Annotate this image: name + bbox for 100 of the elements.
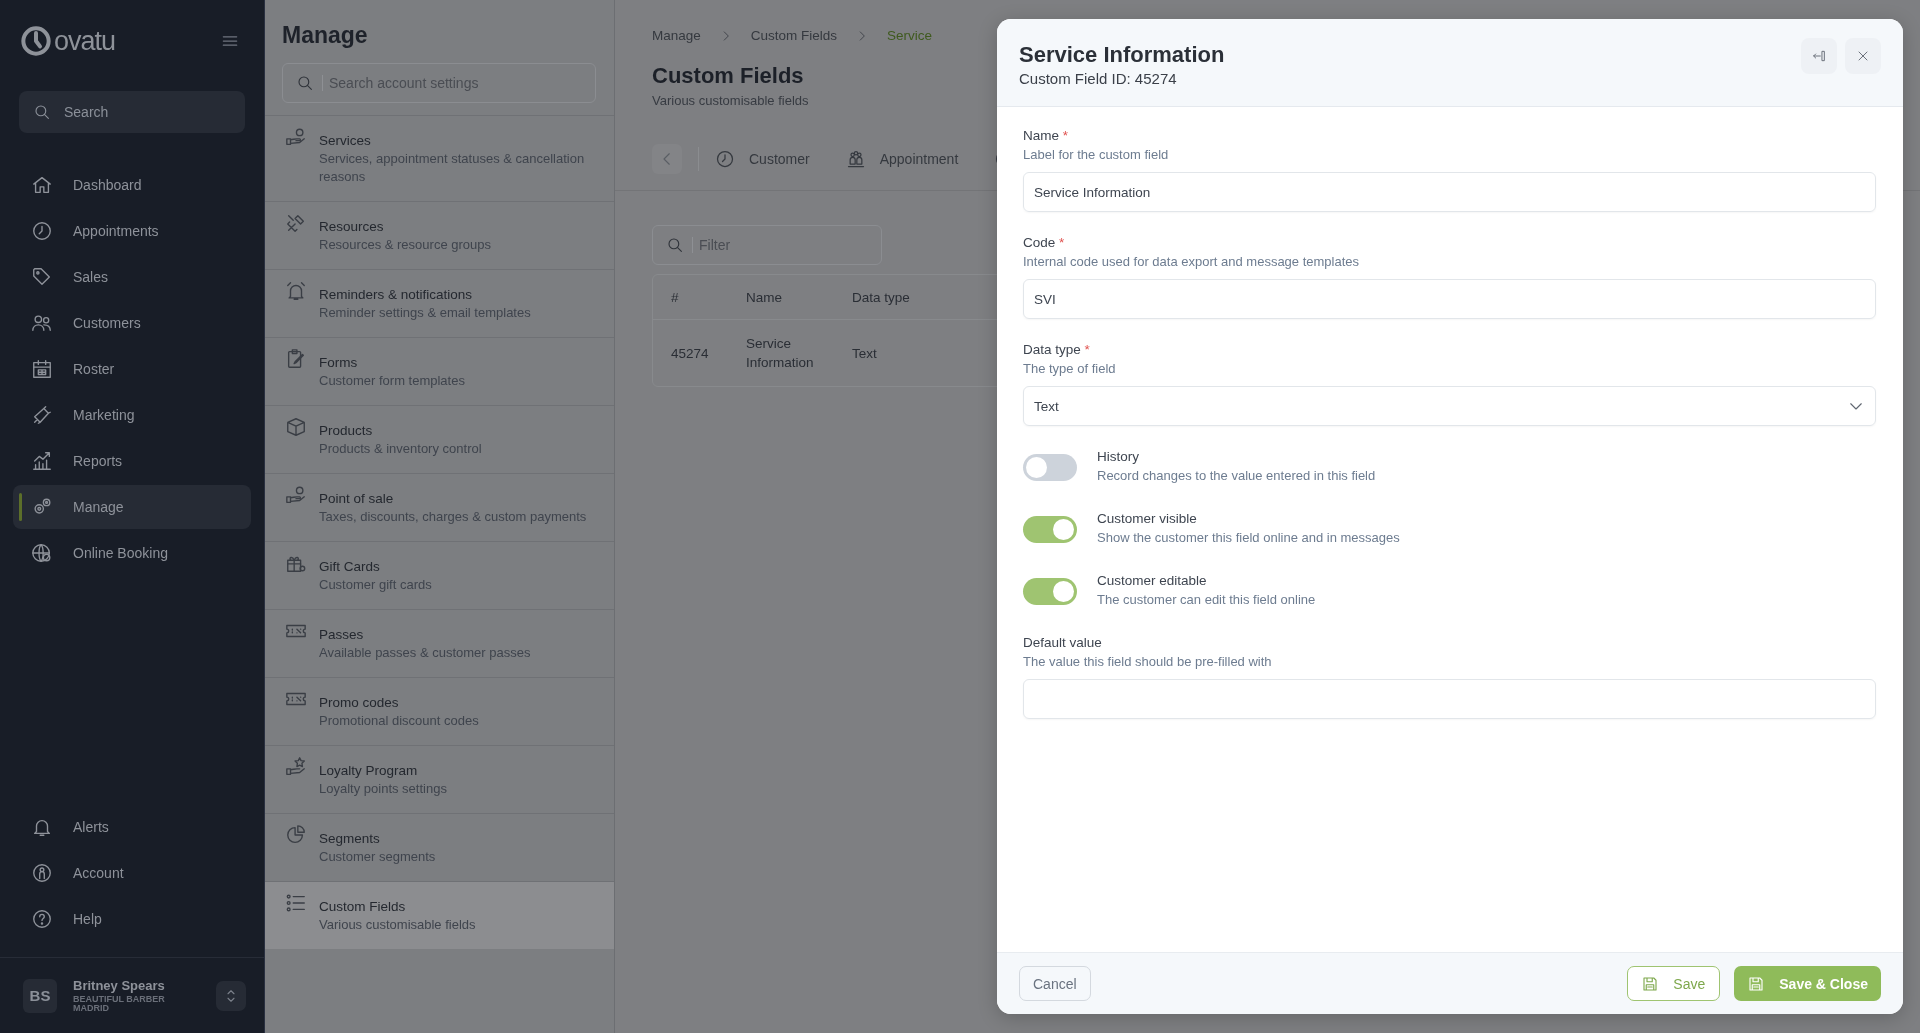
item-title: Products [319,422,374,440]
item-title: Promo codes [319,694,400,712]
tab[interactable]: Appointment [845,149,959,169]
settings-item[interactable]: Forms Customer form templates [265,337,614,405]
help-icon [31,908,53,930]
item-title: Point of sale [319,490,395,508]
nav-item[interactable]: Alerts [13,805,251,849]
item-title: Gift Cards [319,558,381,576]
item-subtitle: Promotional discount codes [319,712,479,730]
nav-item[interactable]: Manage [13,485,251,529]
search-icon [666,236,684,254]
search-field[interactable]: Search [19,91,245,133]
settings-item[interactable]: Reminders & notifications Reminder settings & email templates [265,269,614,337]
settings-item[interactable]: Gift Cards Customer gift cards [265,541,614,609]
item-title: Custom Fields [319,898,407,916]
nav-item[interactable]: Reports [13,439,251,483]
settings-item[interactable]: Point of sale Taxes, discounts, charges & custom payments [265,473,614,541]
hand-gear-icon [285,126,307,148]
nav-item[interactable]: Customers [13,301,251,345]
settings-item[interactable]: Services Services, appointment statuses & cancellation reasons [265,115,614,201]
alarm-icon [285,280,307,302]
megaphone-icon [31,404,53,426]
tag-icon [31,266,53,288]
page-subtitle: Various customisable fields [652,93,809,108]
table-cell-text: Service Information [746,335,815,372]
input-field[interactable]: SVI [1023,279,1876,319]
settings-item[interactable]: Loyalty Program Loyalty points settings [265,745,614,813]
collapse-button[interactable] [1801,38,1837,74]
toggle-hint: The customer can edit this field online [1097,591,1316,609]
table-cell: Text [852,345,877,361]
search-icon [296,74,314,92]
nav-item[interactable]: Marketing [13,393,251,437]
item-title: Resources [319,218,385,236]
item-subtitle: Various customisable fields [319,916,476,934]
save-button[interactable]: Save [1627,966,1721,1001]
nav-item[interactable]: Appointments [13,209,251,253]
pie-chart-icon [285,824,307,846]
nav-item[interactable]: Roster [13,347,251,391]
nav-item[interactable]: Account [13,851,251,895]
group-icon [845,149,866,169]
settings-item[interactable]: Resources Resources & resource groups [265,201,614,269]
scroll-left-button[interactable] [652,144,682,174]
nav-item[interactable]: Help [13,897,251,941]
field-hint: The value this field should be pre-filled with [1023,653,1273,671]
business-name: BEAUTIFUL BARBER MADRID [73,994,166,1014]
tools-icon [285,212,307,234]
toggle-label: Customer visible [1097,510,1198,528]
logo: ovatu [20,25,116,57]
home-icon [31,174,53,196]
save-close-button[interactable]: Save & Close [1734,966,1881,1001]
box-icon [285,416,307,438]
breadcrumb-link[interactable]: Manage [652,28,701,43]
input-field[interactable] [1023,679,1876,719]
cancel-button[interactable]: Cancel [1019,966,1091,1001]
tab[interactable]: Customer [715,149,810,169]
settings-item[interactable]: Custom Fields Various customisable fields [265,881,614,949]
toggle-switch[interactable] [1023,454,1077,481]
avatar: BS [23,978,57,1013]
breadcrumb-link[interactable]: Custom Fields [750,28,838,43]
select-field[interactable]: Text [1023,386,1876,426]
arrow-left-bar-icon [1811,48,1827,64]
clipboard-icon [285,348,307,370]
settings-item[interactable]: Passes Available passes & customer passes [265,609,614,677]
dialog-subtitle: Custom Field ID: 45274 [1019,70,1178,87]
column-header: # [671,289,679,305]
item-subtitle: Customer form templates [319,372,465,390]
item-subtitle: Customer segments [319,848,436,866]
table-cell: 45274 [671,345,709,361]
toggle-switch[interactable] [1023,516,1077,543]
item-title: Reminders & notifications [319,286,474,304]
hand-star-icon [285,756,307,778]
close-button[interactable] [1845,38,1881,74]
item-title: Loyalty Program [319,762,419,780]
item-title: Passes [319,626,365,644]
field-hint: The type of field [1023,360,1117,378]
settings-item[interactable]: Promo codes Promotional discount codes [265,677,614,745]
toggle-label: History [1097,448,1140,466]
item-subtitle: Loyalty points settings [319,780,447,798]
nav-item[interactable]: Sales [13,255,251,299]
field-hint: Label for the custom field [1023,146,1170,164]
people-icon [31,312,53,334]
globe-icon [31,542,53,564]
nav-item[interactable]: Online Booking [13,531,251,575]
clock-logo-icon [20,25,52,57]
page-title: Custom Fields [652,63,804,89]
breadcrumb-link[interactable]: Service [887,28,933,43]
input-field[interactable]: Service Information [1023,172,1876,212]
nav-item[interactable]: Dashboard [13,163,251,207]
toggle-hint: Record changes to the value entered in this field [1097,467,1376,485]
settings-item[interactable]: Products Products & inventory control [265,405,614,473]
field-label: Default value [1023,634,1103,652]
account-switch-button[interactable] [216,980,246,1011]
hand-coin-icon [285,484,307,506]
item-subtitle: Customer gift cards [319,576,432,594]
item-title: Services [319,132,372,150]
field-label: Data type * [1023,341,1091,359]
panel-title: Manage [281,21,369,50]
toggle-switch[interactable] [1023,578,1077,605]
chart-icon [31,450,53,472]
item-subtitle: Services, appointment statuses & cancellation reasons [319,150,586,186]
